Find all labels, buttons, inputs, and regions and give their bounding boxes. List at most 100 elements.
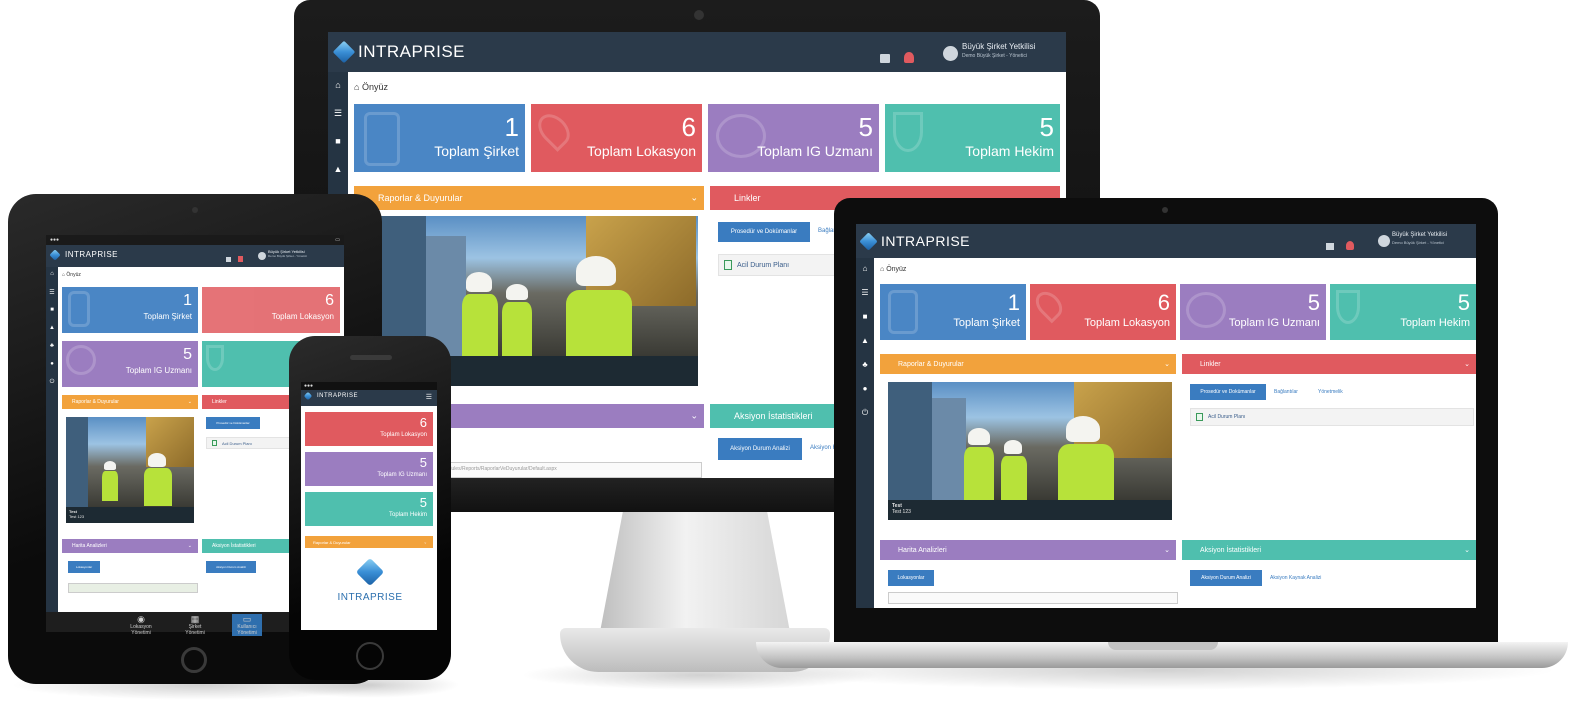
- breadcrumb[interactable]: ⌂ Önyüz: [880, 266, 906, 273]
- document-icon: [1196, 413, 1203, 421]
- tab-procedures[interactable]: Prosedür ve Dokümanlar: [1190, 384, 1266, 400]
- chevron-down-icon[interactable]: ⌄: [424, 540, 427, 545]
- locations-button[interactable]: Lokasyonlar: [68, 561, 100, 573]
- map-search-input[interactable]: [888, 592, 1178, 604]
- list-nav-icon[interactable]: ☰: [856, 288, 874, 297]
- warning-nav-icon[interactable]: ▲: [856, 336, 874, 345]
- panel-reports-header[interactable]: Raporlar & Duyurular ⌄: [305, 536, 433, 548]
- user-info[interactable]: Büyük Şirket Yetkilisi Demo Büyük Şirket…: [962, 42, 1035, 59]
- tile-label: Toplam Şirket: [953, 317, 1020, 329]
- tile-companies[interactable]: 1 Toplam Şirket: [880, 284, 1026, 340]
- tile-locations[interactable]: 6 Toplam Lokasyon: [305, 412, 433, 446]
- side-nav: ⌂ ☰ ■ ▲ ♣ ● ⏻: [856, 258, 874, 608]
- tile-label: Toplam Hekim: [1400, 317, 1470, 329]
- breadcrumb[interactable]: ⌂ Önyüz: [354, 82, 388, 92]
- action-source-analysis-link[interactable]: Aksiyon Kaynak Analizi: [1270, 575, 1321, 581]
- tile-locations[interactable]: 6 Toplam Lokasyon: [1030, 284, 1176, 340]
- chevron-down-icon[interactable]: ⌄: [1464, 360, 1470, 368]
- tab-links[interactable]: Bağlantılar: [1274, 389, 1298, 395]
- list-nav-icon[interactable]: ☰: [328, 108, 348, 119]
- user-avatar-icon[interactable]: [1378, 235, 1390, 247]
- chevron-down-icon[interactable]: ⌄: [188, 543, 192, 549]
- tile-doctors[interactable]: 5 Toplam Hekim: [1330, 284, 1476, 340]
- user-info[interactable]: Büyük Şirket Yetkilisi Demo Büyük Şirket…: [268, 249, 307, 258]
- tile-doctors[interactable]: 5 Toplam Hekim: [885, 104, 1060, 172]
- app-logo-text: INTRAPRISE: [65, 250, 119, 259]
- settings-nav-icon[interactable]: ●: [46, 361, 58, 367]
- tile-safety-experts[interactable]: 5 Toplam IG Uzmanı: [305, 452, 433, 486]
- locations-button[interactable]: Lokasyonlar: [888, 570, 934, 586]
- notification-bell-icon[interactable]: [1346, 241, 1354, 250]
- breadcrumb[interactable]: ⌂ Önyüz: [62, 272, 81, 278]
- action-status-analysis-button[interactable]: Aksiyon Durum Analizi: [718, 438, 802, 460]
- user-info[interactable]: Büyük Şirket Yetkilisi Demo Büyük Şirket…: [1392, 232, 1447, 245]
- building-icon: ▦: [190, 614, 200, 624]
- panel-reports-header[interactable]: Raporlar & Duyurular ⌄: [880, 354, 1176, 374]
- chevron-down-icon[interactable]: ⌄: [690, 411, 698, 422]
- home-nav-icon[interactable]: ⌂: [856, 264, 874, 273]
- calendar-icon[interactable]: [880, 54, 890, 63]
- tile-safety-experts[interactable]: 5 Toplam IG Uzmanı: [1180, 284, 1326, 340]
- tab-regulations[interactable]: Yönetmelik: [1318, 389, 1343, 395]
- menu-icon[interactable]: ☰: [426, 393, 432, 401]
- file-row[interactable]: Acil Durum Planı: [1190, 408, 1474, 426]
- panel-actions-header[interactable]: Aksiyon İstatistikleri ⌄: [1182, 540, 1476, 560]
- tile-companies[interactable]: 1 Toplam Şirket: [62, 287, 198, 333]
- tile-safety-experts[interactable]: 5 Toplam IG Uzmanı: [708, 104, 879, 172]
- home-nav-icon[interactable]: ⌂: [328, 80, 348, 90]
- app-logo-text: INTRAPRISE: [881, 233, 971, 249]
- warning-nav-icon[interactable]: ▲: [46, 325, 58, 331]
- building-nav-icon[interactable]: ■: [856, 312, 874, 321]
- diamond-logo-icon: [332, 40, 356, 64]
- panel-title: Linkler: [212, 399, 227, 405]
- panel-links-header[interactable]: Linkler ⌄: [1182, 354, 1476, 374]
- dock-item-companies[interactable]: ▦ Şirket Yönetimi: [180, 614, 210, 636]
- main-content: ⌂ Önyüz 1 Toplam Şirket 6 Toplam Lokasyo…: [874, 258, 1476, 608]
- dock-label: Lokasyon Yönetimi: [130, 624, 152, 636]
- tile-doctors[interactable]: 5 Toplam Hekim: [305, 492, 433, 526]
- power-nav-icon[interactable]: ⏻: [856, 408, 874, 418]
- tile-safety-experts[interactable]: 5 Toplam IG Uzmanı: [62, 341, 198, 387]
- map-preview[interactable]: [68, 583, 198, 593]
- building-nav-icon[interactable]: ■: [46, 307, 58, 313]
- chevron-down-icon[interactable]: ⌄: [1164, 360, 1170, 368]
- tile-locations[interactable]: 6 Toplam Lokasyon: [531, 104, 702, 172]
- file-name: Acil Durum Planı: [1208, 414, 1246, 420]
- panel-reports-header[interactable]: Raporlar & Duyurular ⌄: [354, 186, 704, 210]
- phone-status-bar: ●●●: [301, 382, 437, 390]
- sitemap-nav-icon[interactable]: ♣: [856, 360, 874, 369]
- notification-bell-icon[interactable]: [904, 52, 914, 63]
- building-nav-icon[interactable]: ■: [328, 136, 348, 146]
- calendar-icon[interactable]: [1326, 243, 1334, 250]
- chevron-down-icon[interactable]: ⌄: [1164, 546, 1170, 554]
- user-avatar-icon[interactable]: [258, 252, 266, 260]
- stethoscope-icon: [206, 345, 224, 371]
- tile-locations[interactable]: 6 Toplam Lokasyon: [202, 287, 340, 333]
- warning-nav-icon[interactable]: ▲: [328, 164, 348, 174]
- panel-title: Aksiyon İstatistikleri: [734, 411, 813, 421]
- list-nav-icon[interactable]: ☰: [46, 289, 58, 296]
- dock-item-locations[interactable]: ◉ Lokasyon Yönetimi: [126, 614, 156, 636]
- phone-speaker: [350, 355, 392, 360]
- notification-bell-icon[interactable]: [238, 256, 243, 262]
- calendar-icon[interactable]: [226, 257, 231, 262]
- sitemap-nav-icon[interactable]: ♣: [46, 343, 58, 349]
- chevron-down-icon[interactable]: ⌄: [188, 399, 192, 405]
- chevron-down-icon[interactable]: ⌄: [1464, 546, 1470, 554]
- action-status-analysis-button[interactable]: Aksiyon Durum Analizi: [1190, 570, 1262, 586]
- panel-map-header[interactable]: Harita Analizleri ⌄: [880, 540, 1176, 560]
- action-status-analysis-button[interactable]: Aksiyon Durum Analizi: [206, 561, 256, 573]
- power-nav-icon[interactable]: ⏻: [46, 379, 58, 386]
- tab-procedures[interactable]: Prosedür ve Dokümanlar: [206, 417, 260, 429]
- user-avatar-icon[interactable]: [943, 46, 958, 61]
- tile-companies[interactable]: 1 Toplam Şirket: [354, 104, 525, 172]
- settings-nav-icon[interactable]: ●: [856, 384, 874, 393]
- chevron-down-icon[interactable]: ⌄: [690, 193, 698, 204]
- tile-count: 5: [858, 112, 873, 142]
- tab-procedures[interactable]: Prosedür ve Dokümanlar: [718, 222, 810, 242]
- home-nav-icon[interactable]: ⌂: [46, 271, 58, 277]
- dock-item-users[interactable]: ▭ Kullanıcı Yönetimi: [232, 614, 262, 636]
- diamond-logo-icon: [49, 248, 61, 261]
- panel-reports-header[interactable]: Raporlar & Duyurular ⌄: [62, 395, 198, 409]
- panel-map-header[interactable]: Harita Analizleri ⌄: [62, 539, 198, 553]
